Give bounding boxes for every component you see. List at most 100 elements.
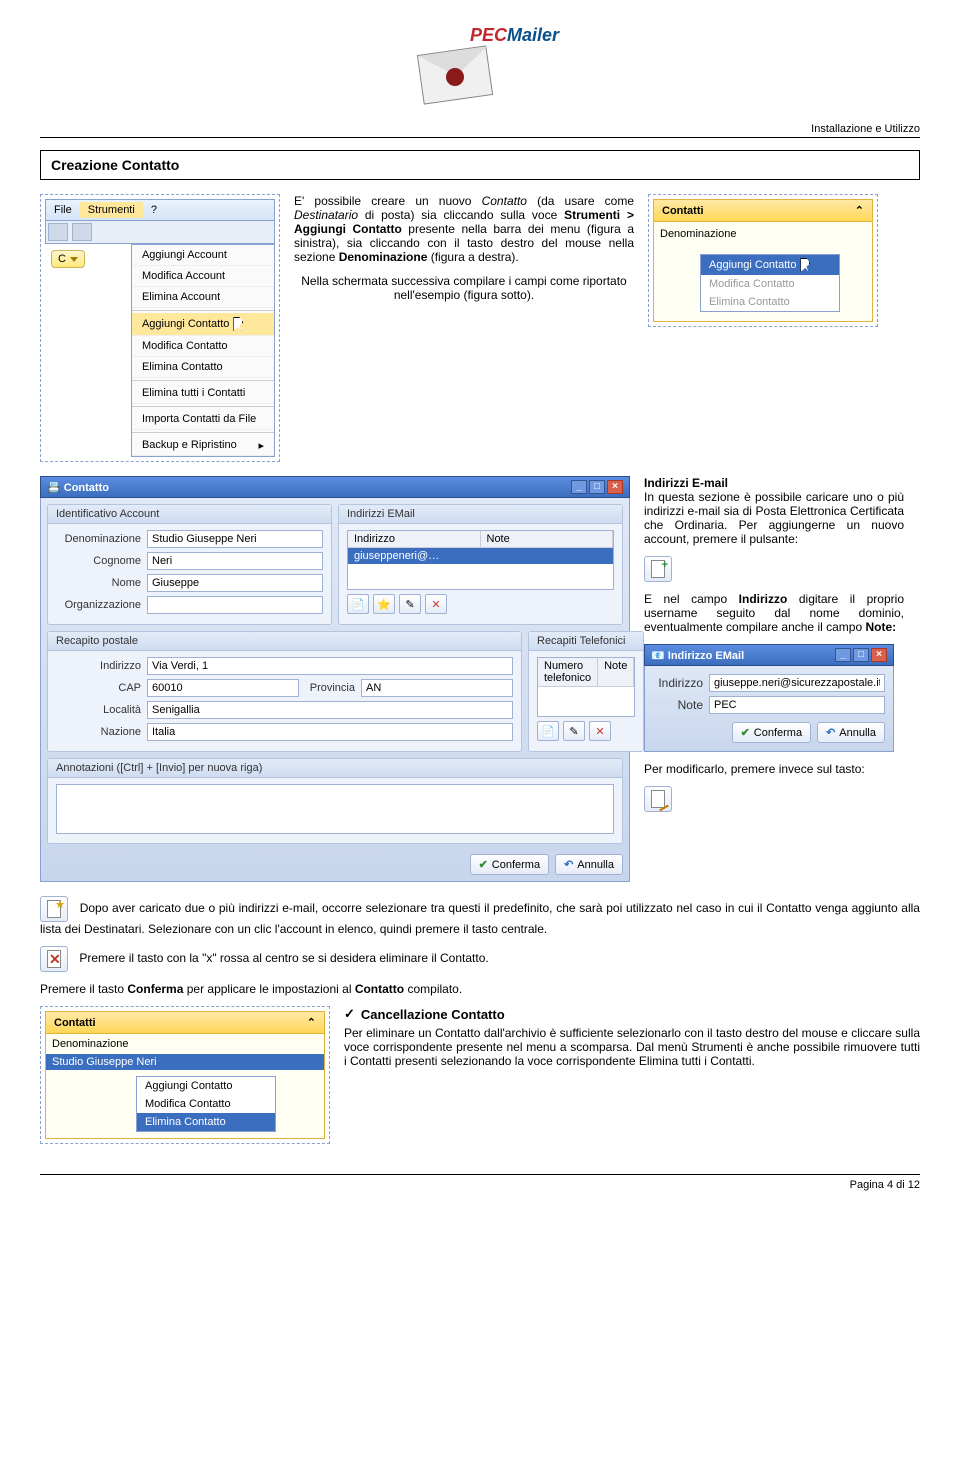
maximize-button[interactable]: □	[589, 480, 605, 494]
email-note-label: Note	[653, 698, 703, 712]
nome-input[interactable]	[147, 574, 323, 592]
menu-item-elimina-tutti[interactable]: Elimina tutti i Contatti	[132, 383, 274, 404]
ctx-modifica-contatto[interactable]: Modifica Contatto	[137, 1095, 275, 1113]
app-menubar: File Strumenti ?	[45, 199, 275, 221]
email-dialog-titlebar: 📧 Indirizzo EMail _ □ ×	[644, 644, 894, 666]
indirizzo-input[interactable]	[147, 657, 513, 675]
close-button[interactable]: ×	[871, 648, 887, 662]
indirizzi-listbox[interactable]: IndirizzoNote giuseppeneri@…	[347, 530, 614, 590]
ctx-aggiungi-contatto[interactable]: Aggiungi Contatto	[137, 1077, 275, 1095]
toolbar	[45, 221, 275, 244]
default-email-button[interactable]: ⭐	[373, 594, 395, 614]
group-annotazioni-header: Annotazioni ([Ctrl] + [Invio] per nuova …	[48, 759, 622, 778]
indirizzo-label: Indirizzo	[56, 660, 141, 672]
cancel-panel-screenshot: Contatti⌃ Denominazione Studio Giuseppe …	[40, 1006, 330, 1144]
menu-item-modifica-contatto[interactable]: Modifica Contatto	[132, 336, 274, 357]
menu-item-elimina-contatto[interactable]: Elimina Contatto	[132, 357, 274, 378]
cap-input[interactable]	[147, 679, 299, 697]
denominazione-label: Denominazione	[56, 533, 141, 545]
menu-item-backup[interactable]: Backup e Ripristino▸	[132, 435, 274, 456]
delete-email-button[interactable]: ✕	[425, 594, 447, 614]
toolbar-icon[interactable]	[48, 223, 68, 241]
minimize-button[interactable]: _	[571, 480, 587, 494]
contatti-panel-header[interactable]: Contatti⌃	[45, 1011, 325, 1034]
menu-help[interactable]: ?	[143, 202, 165, 218]
toolbar-icon[interactable]	[72, 223, 92, 241]
logo-area: PECMailer	[40, 20, 920, 113]
denominazione-label: Denominazione	[660, 228, 866, 240]
window-titlebar: 📇 Contatto _ □ ×	[40, 476, 630, 498]
localita-label: Località	[56, 704, 141, 716]
delete-icon-inline: ✕	[40, 946, 68, 972]
localita-input[interactable]	[147, 701, 513, 719]
denominazione-input[interactable]	[147, 530, 323, 548]
email-dialog: 📧 Indirizzo EMail _ □ × Indirizzo Note ✔…	[644, 644, 894, 752]
menu-item-modifica-account[interactable]: Modifica Account	[132, 266, 274, 287]
group-recapito-header: Recapito postale	[48, 632, 521, 651]
page-footer: Pagina 4 di 12	[40, 1174, 920, 1191]
menu-screenshot-left: File Strumenti ? C Aggiungi Account Modi…	[40, 194, 280, 462]
edit-icon-inline	[644, 786, 672, 812]
annulla-button[interactable]: ↶Annulla	[555, 854, 623, 875]
menu-strumenti[interactable]: Strumenti	[80, 202, 143, 218]
telefoni-listbox[interactable]: Numero telefonicoNote	[537, 657, 635, 717]
email-annulla-button[interactable]: ↶Annulla	[817, 722, 885, 743]
conferma-button[interactable]: ✔Conferma	[470, 854, 550, 875]
provincia-input[interactable]	[361, 679, 513, 697]
add-phone-button[interactable]: 📄	[537, 721, 559, 741]
ctx-modifica-contatto[interactable]: Modifica Contatto	[701, 275, 839, 293]
delete-phone-button[interactable]: ✕	[589, 721, 611, 741]
cursor-icon	[233, 317, 243, 331]
organizzazione-input[interactable]	[147, 596, 323, 614]
nazione-label: Nazione	[56, 726, 141, 738]
contatto-form-window: 📇 Contatto _ □ × Identificativo Account …	[40, 476, 630, 882]
cancel-section-text: ✓Cancellazione Contatto Per eliminare un…	[344, 1006, 920, 1078]
selected-contact[interactable]: Studio Giuseppe Neri	[46, 1054, 324, 1070]
menu-item-aggiungi-contatto[interactable]: Aggiungi Contatto	[132, 313, 274, 336]
menu-file[interactable]: File	[46, 202, 80, 218]
paragraph-default: ★ Dopo aver caricato due o più indirizzi…	[40, 896, 920, 936]
context-menu: Aggiungi Contatto Modifica Contatto Elim…	[700, 254, 840, 312]
denominazione-label: Denominazione	[46, 1034, 324, 1054]
group-indirizzi-header: Indirizzi EMail	[339, 505, 622, 524]
right-column-text: Indirizzi E-mailIn questa sezione è poss…	[644, 476, 904, 812]
group-telefonici-header: Recapiti Telefonici	[529, 632, 643, 651]
minimize-button[interactable]: _	[835, 648, 851, 662]
maximize-button[interactable]: □	[853, 648, 869, 662]
nome-label: Nome	[56, 577, 141, 589]
account-chip[interactable]: C	[51, 250, 85, 268]
cognome-input[interactable]	[147, 552, 323, 570]
organizzazione-label: Organizzazione	[56, 599, 141, 611]
email-conferma-button[interactable]: ✔Conferma	[732, 722, 812, 743]
header-subtitle: Installazione e Utilizzo	[40, 123, 920, 135]
cap-label: CAP	[56, 682, 141, 694]
intro-text: E' possibile creare un nuovo Contatto (d…	[294, 194, 634, 312]
email-indirizzo-label: Indirizzo	[653, 676, 703, 690]
edit-phone-button[interactable]: ✎	[563, 721, 585, 741]
contatti-panel-header[interactable]: Contatti⌃	[653, 199, 873, 222]
edit-email-button[interactable]: ✎	[399, 594, 421, 614]
provincia-label: Provincia	[305, 682, 355, 694]
ctx-elimina-contatto[interactable]: Elimina Contatto	[137, 1113, 275, 1131]
add-email-button[interactable]: 📄	[347, 594, 369, 614]
nazione-input[interactable]	[147, 723, 513, 741]
annotazioni-textarea[interactable]	[56, 784, 614, 834]
contatti-panel-screenshot: Contatti⌃ Denominazione Aggiungi Contatt…	[648, 194, 878, 327]
default-icon-inline: ★	[40, 896, 68, 922]
menu-item-importa[interactable]: Importa Contatti da File	[132, 409, 274, 430]
close-button[interactable]: ×	[607, 480, 623, 494]
group-identificativo-header: Identificativo Account	[48, 505, 331, 524]
add-icon-inline: +	[644, 556, 672, 582]
ctx-elimina-contatto[interactable]: Elimina Contatto	[701, 293, 839, 311]
strumenti-dropdown: Aggiungi Account Modifica Account Elimin…	[131, 244, 275, 457]
paragraph-conferma: Premere il tasto Conferma per applicare …	[40, 982, 920, 996]
pecmailer-logo: PECMailer	[390, 20, 570, 110]
context-menu: Aggiungi Contatto Modifica Contatto Elim…	[136, 1076, 276, 1132]
email-note-input[interactable]	[709, 696, 885, 714]
menu-item-aggiungi-account[interactable]: Aggiungi Account	[132, 245, 274, 266]
header-rule	[40, 137, 920, 138]
cursor-icon	[800, 258, 810, 272]
menu-item-elimina-account[interactable]: Elimina Account	[132, 287, 274, 308]
ctx-aggiungi-contatto[interactable]: Aggiungi Contatto	[701, 255, 839, 275]
email-indirizzo-input[interactable]	[709, 674, 885, 692]
